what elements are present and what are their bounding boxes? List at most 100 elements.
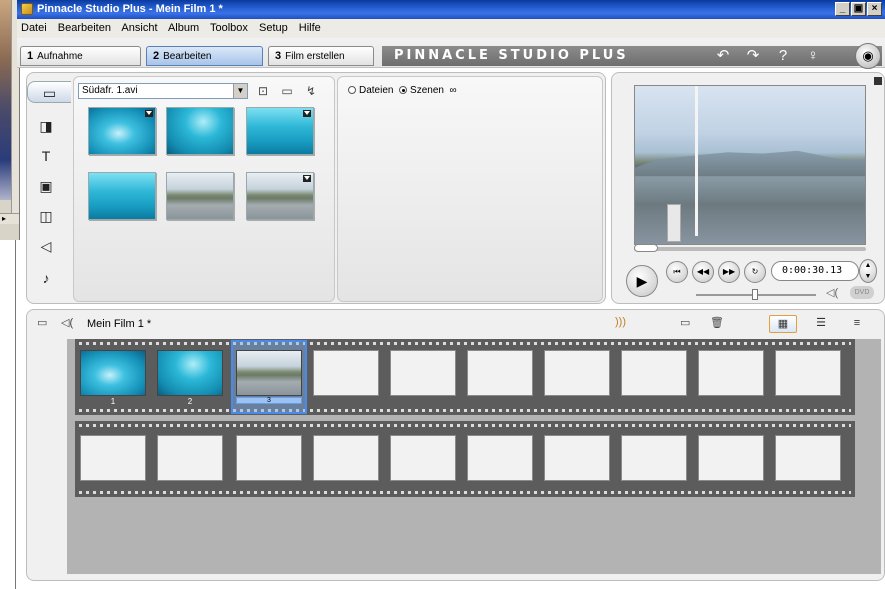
fullscreen-icon[interactable]: [874, 77, 882, 85]
audio-scrub-icon[interactable]: ))): [615, 316, 626, 328]
mode-tabs: 1 Aufnahme 2 Bearbeiten 3 Film erstellen PI…: [17, 38, 885, 83]
album-thumbnail[interactable]: [88, 107, 156, 155]
scrubber[interactable]: [634, 244, 866, 252]
empty-frame[interactable]: [236, 435, 302, 481]
music-icon[interactable]: ♪: [33, 267, 59, 289]
album-side-tools: ▭ ◨ T ▣ ◫ ◁ ♪: [27, 73, 71, 305]
file-select-value: Südafr. 1.avi: [82, 85, 138, 96]
empty-frame[interactable]: [80, 435, 146, 481]
tab-number: 1: [27, 50, 34, 62]
empty-frame[interactable]: [390, 350, 456, 396]
menu-setup[interactable]: Setup: [259, 22, 288, 34]
album-page-left: Südafr. 1.avi ▼ ⊡ ▭ ↯: [73, 76, 335, 302]
preview-post: [667, 204, 681, 242]
loop-button[interactable]: ↻: [744, 261, 766, 283]
close-button[interactable]: ×: [867, 2, 882, 16]
storyboard-clip[interactable]: [80, 350, 146, 396]
menu-toolbox[interactable]: Toolbox: [210, 22, 248, 34]
undo-icon[interactable]: ↶: [712, 46, 734, 66]
empty-frame[interactable]: [698, 435, 764, 481]
album-thumbnail[interactable]: [166, 107, 234, 155]
timecode-field[interactable]: 0:00:30.13: [771, 261, 859, 281]
menu-album[interactable]: Album: [168, 22, 199, 34]
folder-icon[interactable]: ▭: [278, 83, 296, 99]
radio-dateien[interactable]: [348, 86, 356, 94]
disc-menu-icon[interactable]: ◫: [33, 205, 59, 227]
empty-frame[interactable]: [775, 435, 841, 481]
storyboard-clip[interactable]: [157, 350, 223, 396]
scrubber-knob[interactable]: [634, 244, 658, 252]
file-select[interactable]: Südafr. 1.avi ▼: [78, 83, 248, 99]
empty-frame[interactable]: [467, 435, 533, 481]
empty-frame[interactable]: [313, 435, 379, 481]
empty-frame[interactable]: [157, 435, 223, 481]
tab-film-erstellen[interactable]: 3 Film erstellen: [268, 46, 374, 66]
folder-up-icon[interactable]: ⊡: [254, 83, 272, 99]
tip-bulb-icon[interactable]: ♀: [802, 46, 824, 66]
speaker-icon[interactable]: ◁(: [61, 316, 73, 329]
album-thumbnail[interactable]: [246, 107, 314, 155]
used-flag-icon: [303, 175, 311, 182]
brand-banner: PINNACLE STUDIO PLUS 11: [382, 46, 652, 83]
storyboard-clip[interactable]: [236, 350, 302, 396]
empty-frame[interactable]: [544, 350, 610, 396]
background-hscroll[interactable]: ▸: [0, 213, 19, 224]
glasses-icon[interactable]: ∞: [450, 85, 457, 96]
help-icon[interactable]: ?: [772, 46, 794, 66]
menu-ansicht[interactable]: Ansicht: [121, 22, 157, 34]
tab-aufnahme[interactable]: 1 Aufnahme: [20, 46, 141, 66]
storyboard-view-button[interactable]: ▦: [769, 315, 797, 333]
settings-disc-icon[interactable]: ◉: [855, 43, 881, 69]
radio-szenen[interactable]: [399, 86, 408, 94]
split-clip-icon[interactable]: ▭: [680, 316, 690, 329]
speaker-icon[interactable]: ◁(: [826, 286, 838, 299]
empty-frame[interactable]: [698, 350, 764, 396]
minimize-button[interactable]: _: [835, 2, 850, 16]
volume-knob[interactable]: [752, 289, 758, 300]
timeline-view-button[interactable]: ☰: [807, 315, 835, 333]
timecode-stepper[interactable]: ▲ ▼: [859, 259, 877, 283]
preview-screen: [634, 85, 866, 245]
album-thumbnail[interactable]: [246, 172, 314, 220]
movie-window: ▭ ◁( Mein Film 1 * ))) ▭ 🗑 ▦ ☰ ≡ 1 2 3: [26, 309, 885, 581]
rewind-button[interactable]: ◀◀: [692, 261, 714, 283]
redo-icon[interactable]: ↷: [742, 46, 764, 66]
empty-frame[interactable]: [621, 435, 687, 481]
empty-frame[interactable]: [775, 350, 841, 396]
photo-icon[interactable]: ▣: [33, 175, 59, 197]
storyboard: 1 2 3: [67, 339, 881, 574]
empty-frame[interactable]: [467, 350, 533, 396]
fast-forward-button[interactable]: ▶▶: [718, 261, 740, 283]
empty-frame[interactable]: [544, 435, 610, 481]
transition-icon[interactable]: ◨: [33, 115, 59, 137]
trash-icon[interactable]: 🗑: [710, 316, 724, 329]
film-perforation: [79, 409, 851, 412]
album-thumbnail[interactable]: [166, 172, 234, 220]
menu-datei[interactable]: Datei: [21, 22, 47, 34]
menu-hilfe[interactable]: Hilfe: [299, 22, 321, 34]
scroll-right-icon[interactable]: ▸: [2, 214, 6, 223]
play-button[interactable]: ▶: [626, 265, 658, 297]
go-to-start-button[interactable]: ⏮: [666, 261, 688, 283]
album-panel: ▭ ◨ T ▣ ◫ ◁ ♪ Südafr. 1.avi ▼ ⊡ ▭ ↯ Date…: [26, 72, 606, 304]
empty-frame[interactable]: [390, 435, 456, 481]
menu-bearbeiten[interactable]: Bearbeiten: [58, 22, 111, 34]
camera-icon[interactable]: ▭: [37, 316, 47, 329]
album-thumbnail[interactable]: [88, 172, 156, 220]
used-flag-icon: [303, 110, 311, 117]
video-icon[interactable]: ▭: [27, 81, 71, 103]
restore-button[interactable]: ▣: [851, 2, 866, 16]
dvd-icon[interactable]: DVD: [850, 286, 874, 299]
view-options: Dateien Szenen ∞: [348, 85, 457, 96]
sound-effect-icon[interactable]: ◁: [33, 235, 59, 257]
screen: { "window": { "title": "Pinnacle Studio …: [0, 0, 885, 589]
scene-detect-icon[interactable]: ↯: [302, 83, 320, 99]
title-icon[interactable]: T: [33, 145, 59, 167]
window-title: Pinnacle Studio Plus - Mein Film 1 *: [37, 3, 223, 15]
text-view-button[interactable]: ≡: [843, 315, 871, 333]
empty-frame[interactable]: [621, 350, 687, 396]
empty-frame[interactable]: [313, 350, 379, 396]
chevron-down-icon[interactable]: ▼: [233, 84, 247, 98]
option-files-label: Dateien: [359, 85, 394, 96]
tab-bearbeiten[interactable]: 2 Bearbeiten: [146, 46, 263, 66]
